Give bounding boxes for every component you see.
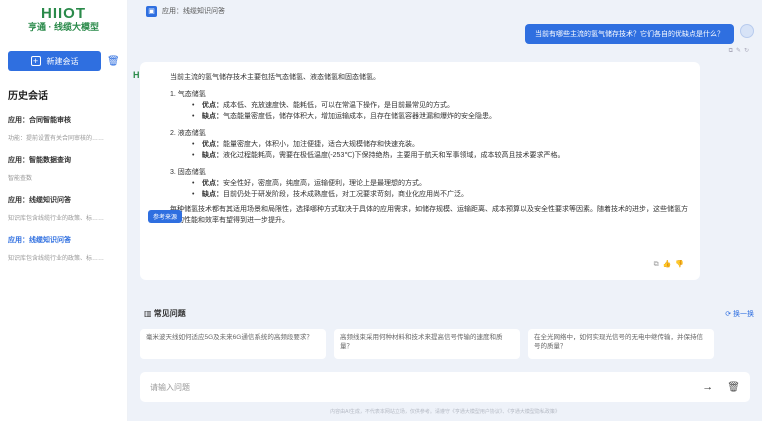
faq-refresh-label: 换一换 [733, 310, 754, 318]
footer-disclaimer: 内容由AI生成，不代表本网站立场，仅供参考。请遵守《亨通大模型用户协议》、《亨通… [330, 409, 560, 415]
app-label: 应用：线缆知识问答 [162, 8, 225, 15]
send-arrow-icon[interactable]: → [702, 381, 713, 393]
pros-label: 优点： [202, 102, 223, 109]
faq-title: ▥ 常见问题 [144, 308, 186, 319]
app-icon: ▣ [146, 5, 157, 17]
history-item-name: 应用：线缆知识问答 [8, 197, 71, 204]
edit-icon[interactable]: ✎ [736, 48, 744, 54]
cons-text: 液化过程能耗高，需要在极低温度(-253℃)下保持绝热，主要用于航天和军事领域，… [223, 152, 565, 159]
cons-line: 缺点：气态能量密度低，储存体积大，增加运输成本，且存在储氢容器泄漏和爆炸的安全隐… [170, 111, 688, 122]
faq-question-card[interactable]: 毫米波天线如何适应5G及未来6G通信系统的高频段要求？ [140, 329, 326, 359]
question-input-bar: → 🗑 [140, 372, 750, 402]
pros-label: 优点： [202, 141, 223, 148]
cons-line: 缺点：液化过程能耗高，需要在极低温度(-253℃)下保持绝热，主要用于航天和军事… [170, 150, 688, 161]
new-chat-label: 新建会话 [46, 56, 79, 66]
faq-question-card[interactable]: 高频线束采用何种材料和技术来提高信号传输的速度和质量？ [334, 329, 520, 359]
answer-summary: 每种储氢技术都有其适用场景和局限性，选择哪种方式取决于具体的应用需求，如储存规模… [170, 206, 688, 224]
topbar: ▣ 应用：线缆知识问答 [128, 0, 762, 22]
history-item-name: 应用：线缆知识问答 [8, 237, 71, 244]
section-title: 2. 液态储氢 [170, 130, 206, 137]
new-chat-button[interactable]: + 新建会话 [8, 51, 101, 71]
message-tools: ⧉✎↻ [729, 47, 752, 55]
history-item-name: 应用：合同智能审核 [8, 117, 71, 124]
clear-icon[interactable]: 🗑 [727, 382, 740, 393]
plus-icon: + [30, 56, 41, 66]
trash-icon[interactable]: 🗑 [107, 56, 120, 67]
pros-line: 优点：能量密度大，体积小，加注便捷，适合大规模储存和快速充装。 [170, 139, 688, 150]
cons-label: 缺点： [202, 113, 223, 120]
history-item-desc: 智能查数 [8, 176, 33, 182]
history-item[interactable]: 应用：合同智能审核 功能：提前设置有关合同审核的…… [8, 115, 119, 142]
thumbs-down-icon[interactable]: 👎 [675, 261, 688, 268]
faq-question-card[interactable]: 在全光网络中，如何实现光信号的无电中继传输，并保持信号的质量？ [528, 329, 714, 359]
section-title: 3. 固态储氢 [170, 169, 206, 176]
faq-header: ▥ 常见问题 ⟳ 换一换 [140, 308, 762, 319]
faq-icon: ▥ [144, 309, 154, 318]
pros-text: 能量密度大，体积小，加注便捷，适合大规模储存和快速充装。 [223, 141, 419, 148]
user-avatar [740, 24, 754, 38]
section-title: 1. 气态储氢 [170, 91, 206, 98]
cons-label: 缺点： [202, 152, 223, 159]
cons-label: 缺点： [202, 191, 223, 198]
copy-icon[interactable]: ⧉ [729, 48, 736, 54]
pros-line: 优点：安全性好，密度高，纯度高，运输便利，理论上是最理想的方式。 [170, 178, 688, 189]
sidebar: HIIOT 亨通 · 线缆大模型 + 新建会话 🗑 历史会话 应用：合同智能审核… [0, 0, 128, 421]
copy-icon[interactable]: ⧉ [654, 261, 663, 268]
faq-cards: 毫米波天线如何适应5G及未来6G通信系统的高频段要求？ 高频线束采用何种材料和技… [140, 329, 762, 359]
pros-text: 安全性好，密度高，纯度高，运输便利，理论上是最理想的方式。 [223, 180, 426, 187]
history-item-desc: 知识库包含线缆行业的政策、标…… [8, 256, 105, 262]
new-chat-row: + 新建会话 🗑 [8, 51, 120, 71]
cons-text: 目前仍处于研发阶段，技术成熟度低，对工况要求苛刻，商业化应用尚不广泛。 [223, 191, 468, 198]
refresh-icon: ⟳ [725, 310, 733, 318]
question-input[interactable] [150, 382, 703, 392]
faq-refresh-button[interactable]: ⟳ 换一换 [725, 309, 754, 319]
history-item-active[interactable]: 应用：线缆知识问答 知识库包含线缆行业的政策、标…… [8, 235, 119, 262]
answer-tools: ⧉👍👎 [654, 259, 688, 270]
thumbs-up-icon[interactable]: 👍 [663, 261, 676, 268]
logo-main-text: HIIOT [41, 5, 86, 22]
user-message: 当前有哪些主流的氢气储存技术？它们各自的优缺点是什么？ [525, 24, 734, 44]
history-item-desc: 知识库包含线缆行业的政策、标…… [8, 216, 105, 222]
history-item-name: 应用：智能数据查询 [8, 157, 71, 164]
logo-sub-text: 亨通 · 线缆大模型 [28, 22, 99, 32]
pros-line: 优点：成本低、充放速度快、能耗低，可以在常温下操作，是目前最常见的方式。 [170, 100, 688, 111]
answer-card: 当前主流的氢气储存技术主要包括气态储氢、液态储氢和固态储氢。 1. 气态储氢 优… [140, 62, 700, 280]
chat-main: ▣ 应用：线缆知识问答 当前有哪些主流的氢气储存技术？它们各自的优缺点是什么？ … [128, 0, 762, 421]
faq-title-text: 常见问题 [153, 309, 186, 318]
answer-intro: 当前主流的氢气储存技术主要包括气态储氢、液态储氢和固态储氢。 [170, 74, 380, 81]
history-item-desc: 功能：提前设置有关合同审核的…… [8, 136, 105, 142]
history-title: 历史会话 [8, 91, 48, 102]
logo: HIIOT 亨通 · 线缆大模型 [8, 6, 119, 33]
history-item[interactable]: 应用：智能数据查询 智能查数 [8, 155, 119, 182]
refresh-icon[interactable]: ↻ [744, 48, 752, 54]
pros-label: 优点： [202, 180, 223, 187]
cons-text: 气态能量密度低，储存体积大，增加运输成本，且存在储氢容器泄漏和爆炸的安全隐患。 [223, 113, 496, 120]
pros-text: 成本低、充放速度快、能耗低，可以在常温下操作，是目前最常见的方式。 [223, 102, 454, 109]
history-item[interactable]: 应用：线缆知识问答 知识库包含线缆行业的政策、标…… [8, 195, 119, 222]
reference-button[interactable]: 参考来源 [148, 210, 183, 223]
cons-line: 缺点：目前仍处于研发阶段，技术成熟度低，对工况要求苛刻，商业化应用尚不广泛。 [170, 189, 688, 200]
faq-section: ▥ 常见问题 ⟳ 换一换 毫米波天线如何适应5G及未来6G通信系统的高频段要求？… [140, 308, 762, 359]
